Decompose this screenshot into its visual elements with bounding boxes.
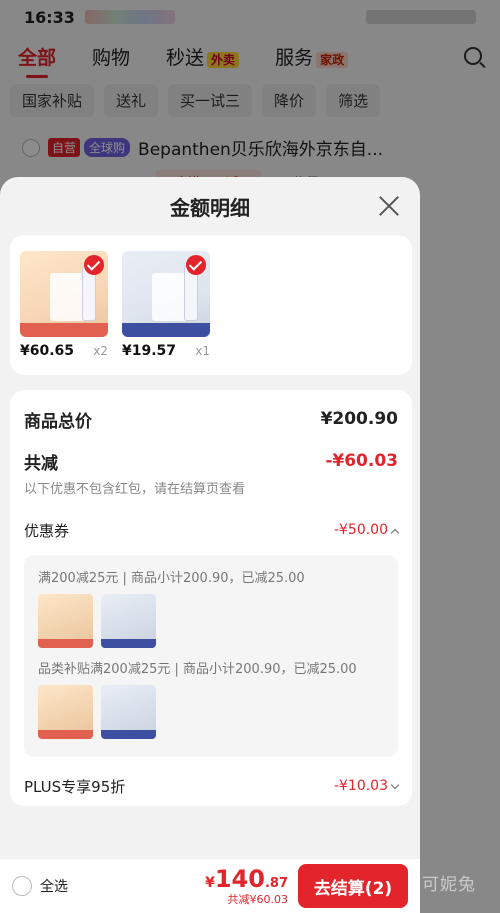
product-thumbnail (38, 594, 93, 648)
product-qty: x2 (93, 344, 108, 358)
coupon-products (38, 594, 384, 648)
price-integer: 140 (214, 865, 265, 893)
select-all-radio[interactable] (12, 876, 32, 896)
checked-icon (84, 255, 104, 275)
total-row: 商品总价 ¥200.90 (24, 390, 398, 448)
coupon-row[interactable]: 优惠券 -¥50.00 (24, 505, 400, 555)
total-label: 商品总价 (24, 411, 92, 432)
coupon-value: -¥50.00 (333, 522, 388, 538)
chevron-up-icon (390, 528, 400, 538)
product-thumbnail (38, 685, 93, 739)
sheet-header: 金额明细 (0, 177, 420, 235)
coupon-line: 满200减25元 | 商品小计200.90，已减25.00 (38, 571, 305, 586)
product-thumbnail (101, 685, 156, 739)
coupon-label: 优惠券 (24, 521, 70, 540)
chevron-down-icon (390, 780, 400, 790)
final-price: ¥140.87 (205, 865, 288, 893)
watermark: 可妮兔 (422, 875, 476, 895)
product-item[interactable]: ¥60.65 x2 (20, 251, 108, 359)
coupon-products (38, 685, 384, 739)
plus-value: -¥10.03 (333, 778, 388, 794)
checked-icon (186, 255, 206, 275)
checkout-bar: 全选 ¥140.87 共减¥60.03 去结算(2) (0, 859, 420, 913)
plus-discount-row[interactable]: PLUS专享95折 -¥10.03 (24, 757, 400, 815)
price-decimal: .87 (264, 876, 288, 891)
checkout-button[interactable]: 去结算(2) (298, 864, 408, 908)
product-item[interactable]: ¥19.57 x1 (122, 251, 210, 359)
close-icon[interactable] (376, 193, 402, 219)
total-value: ¥200.90 (320, 409, 398, 429)
discount-label: 共减 (24, 453, 58, 474)
saved-amount[interactable]: 共减¥60.03 (205, 891, 289, 907)
discount-value: -¥60.03 (325, 451, 398, 471)
discount-note: 以下优惠不包含红包，请在结算页查看 (24, 482, 246, 497)
coupon-detail-box: 满200减25元 | 商品小计200.90，已减25.00 品类补贴满200减2… (24, 555, 398, 757)
amount-detail-sheet: 金额明细 ¥60.65 x2 ¥19.57 x1 商品总价 ¥200.90 共减… (0, 177, 420, 913)
currency-symbol: ¥ (205, 875, 215, 891)
product-card: ¥60.65 x2 ¥19.57 x1 (10, 235, 412, 375)
price-summary: ¥140.87 共减¥60.03 (205, 865, 288, 907)
product-qty: x1 (195, 344, 210, 358)
product-image (122, 251, 210, 337)
product-price: ¥19.57 (122, 343, 177, 359)
select-all-label[interactable]: 全选 (40, 876, 68, 896)
product-thumbnail (101, 594, 156, 648)
plus-label: PLUS专享95折 (24, 777, 126, 796)
sheet-title: 金额明细 (170, 195, 250, 220)
product-price: ¥60.65 (20, 343, 75, 359)
amount-detail-card: 商品总价 ¥200.90 共减 -¥60.03 以下优惠不包含红包，请在结算页查… (10, 390, 412, 806)
coupon-line: 品类补贴满200减25元 | 商品小计200.90，已减25.00 (38, 662, 357, 677)
product-image (20, 251, 108, 337)
discount-row: 共减 -¥60.03 (24, 448, 398, 474)
